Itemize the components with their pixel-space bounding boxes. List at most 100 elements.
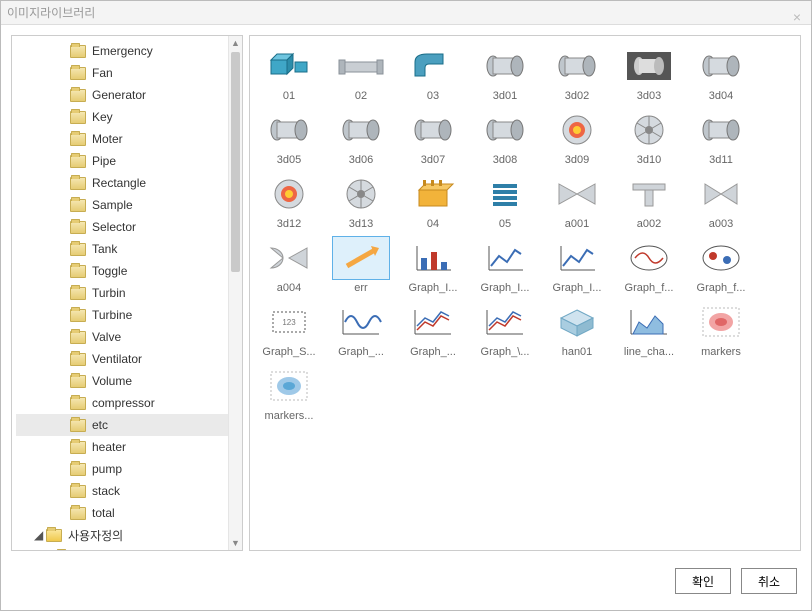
thumbnail-label: 3d01 <box>493 90 517 102</box>
thumbnail-item[interactable]: 02 <box>326 44 396 102</box>
scroll-down-icon[interactable]: ▼ <box>229 536 242 550</box>
tree-item-label: pump <box>92 462 122 476</box>
tree-item[interactable]: heater <box>16 436 242 458</box>
tree-item[interactable]: pump <box>16 458 242 480</box>
tree-item[interactable]: Generator <box>16 84 242 106</box>
thumbnail-image <box>260 172 318 216</box>
tree-item[interactable]: Turbin <box>16 282 242 304</box>
thumbnail-image <box>548 44 606 88</box>
thumbnail-item[interactable]: markers <box>686 300 756 358</box>
tree-item-label: Generator <box>92 88 146 102</box>
cancel-button[interactable]: 취소 <box>741 568 797 594</box>
tree-item-label: Pipe <box>92 154 116 168</box>
thumbnail-item[interactable]: markers... <box>254 364 324 422</box>
thumbnail-item[interactable]: 3d05 <box>254 108 324 166</box>
folder-icon <box>70 155 86 168</box>
tree-item[interactable]: ◢사용자정의 <box>16 524 242 546</box>
thumbnail-item[interactable]: 3d01 <box>470 44 540 102</box>
thumbnail-item[interactable]: 01 <box>254 44 324 102</box>
thumbnail-item[interactable]: Graph_\... <box>470 300 540 358</box>
tree-item[interactable]: Key <box>16 106 242 128</box>
thumbnail-item[interactable]: 3d04 <box>686 44 756 102</box>
thumbnail-item[interactable]: Graph_f... <box>686 236 756 294</box>
folder-tree[interactable]: EmergencyFan Generator KeyMoter Pipe Rectang… <box>12 36 242 550</box>
thumbnail-label: 3d06 <box>349 154 373 166</box>
ok-button[interactable]: 확인 <box>675 568 731 594</box>
folder-icon <box>70 67 86 80</box>
close-icon[interactable]: × <box>789 5 805 21</box>
folder-icon <box>70 199 86 212</box>
thumbnail-item[interactable]: 03 <box>398 44 468 102</box>
tree-item-label: Turbin <box>92 286 126 300</box>
thumbnail-item[interactable]: 3d08 <box>470 108 540 166</box>
tree-item[interactable]: Pipe <box>16 150 242 172</box>
thumbnail-item[interactable]: a004 <box>254 236 324 294</box>
tree-item[interactable]: Sample <box>16 194 242 216</box>
thumbnail-item[interactable]: Graph_I... <box>398 236 468 294</box>
thumbnail-item[interactable]: 3d12 <box>254 172 324 230</box>
tree-item[interactable]: total <box>16 502 242 524</box>
tree-item[interactable]: Valve <box>16 326 242 348</box>
thumbnail-item[interactable]: 3d09 <box>542 108 612 166</box>
tree-item[interactable]: Tank <box>16 238 242 260</box>
scroll-thumb[interactable] <box>231 52 240 272</box>
thumbnail-label: 3d02 <box>565 90 589 102</box>
tree-item-label: total <box>92 506 115 520</box>
thumbnail-panel: 0102033d013d023d033d043d053d063d073d083d… <box>249 35 801 551</box>
thumbnail-item[interactable]: Graph_... <box>398 300 468 358</box>
thumbnail-item[interactable]: 3d10 <box>614 108 684 166</box>
thumbnail-item[interactable]: 3d13 <box>326 172 396 230</box>
tree-item[interactable]: Moter <box>16 128 242 150</box>
expand-icon[interactable]: ◢ <box>34 528 44 542</box>
thumbnail-label: 02 <box>355 90 367 102</box>
thumbnail-item[interactable]: a001 <box>542 172 612 230</box>
tree-item[interactable]: Ventilator <box>16 348 242 370</box>
thumbnail-item[interactable]: Graph_I... <box>470 236 540 294</box>
tree-item[interactable]: etc <box>16 414 242 436</box>
thumbnail-item[interactable]: err <box>326 236 396 294</box>
folder-icon <box>70 463 86 476</box>
thumbnail-item[interactable]: Graph_... <box>326 300 396 358</box>
thumbnail-image <box>332 172 390 216</box>
thumbnail-item[interactable]: Graph_f... <box>614 236 684 294</box>
tree-item[interactable]: Rectangle <box>16 172 242 194</box>
tree-scrollbar[interactable]: ▲ ▼ <box>228 36 242 550</box>
thumbnail-item[interactable]: 3d07 <box>398 108 468 166</box>
tree-item-label: etc <box>92 418 108 432</box>
thumbnail-item[interactable]: 3d02 <box>542 44 612 102</box>
thumbnail-item[interactable]: Graph_I... <box>542 236 612 294</box>
thumbnail-item[interactable]: 3d11 <box>686 108 756 166</box>
tree-item[interactable]: 새폴더1 <box>16 546 242 550</box>
folder-icon <box>70 265 86 278</box>
tree-item[interactable]: Toggle <box>16 260 242 282</box>
tree-item[interactable]: Turbine <box>16 304 242 326</box>
thumbnail-grid[interactable]: 0102033d013d023d033d043d053d063d073d083d… <box>250 36 800 430</box>
tree-item[interactable]: Fan <box>16 62 242 84</box>
thumbnail-item[interactable]: 3d06 <box>326 108 396 166</box>
thumbnail-item[interactable]: Graph_S... <box>254 300 324 358</box>
tree-item[interactable]: Selector <box>16 216 242 238</box>
thumbnail-label: Graph_I... <box>553 282 602 294</box>
folder-icon <box>70 45 86 58</box>
thumbnail-item[interactable]: a003 <box>686 172 756 230</box>
thumbnail-item[interactable]: 04 <box>398 172 468 230</box>
thumbnail-item[interactable]: 05 <box>470 172 540 230</box>
tree-item-label: heater <box>92 440 126 454</box>
thumbnail-label: a003 <box>709 218 733 230</box>
thumbnail-label: a002 <box>637 218 661 230</box>
thumbnail-item[interactable]: a002 <box>614 172 684 230</box>
thumbnail-image <box>332 300 390 344</box>
thumbnail-image <box>404 300 462 344</box>
thumbnail-item[interactable]: 3d03 <box>614 44 684 102</box>
thumbnail-image <box>548 300 606 344</box>
thumbnail-item[interactable]: han01 <box>542 300 612 358</box>
thumbnail-label: Graph_I... <box>409 282 458 294</box>
tree-item[interactable]: compressor <box>16 392 242 414</box>
thumbnail-item[interactable]: line_cha... <box>614 300 684 358</box>
tree-item[interactable]: stack <box>16 480 242 502</box>
scroll-up-icon[interactable]: ▲ <box>229 36 242 50</box>
tree-item[interactable]: Volume <box>16 370 242 392</box>
tree-item[interactable]: Emergency <box>16 40 242 62</box>
thumbnail-image <box>260 108 318 152</box>
folder-icon <box>70 133 86 146</box>
